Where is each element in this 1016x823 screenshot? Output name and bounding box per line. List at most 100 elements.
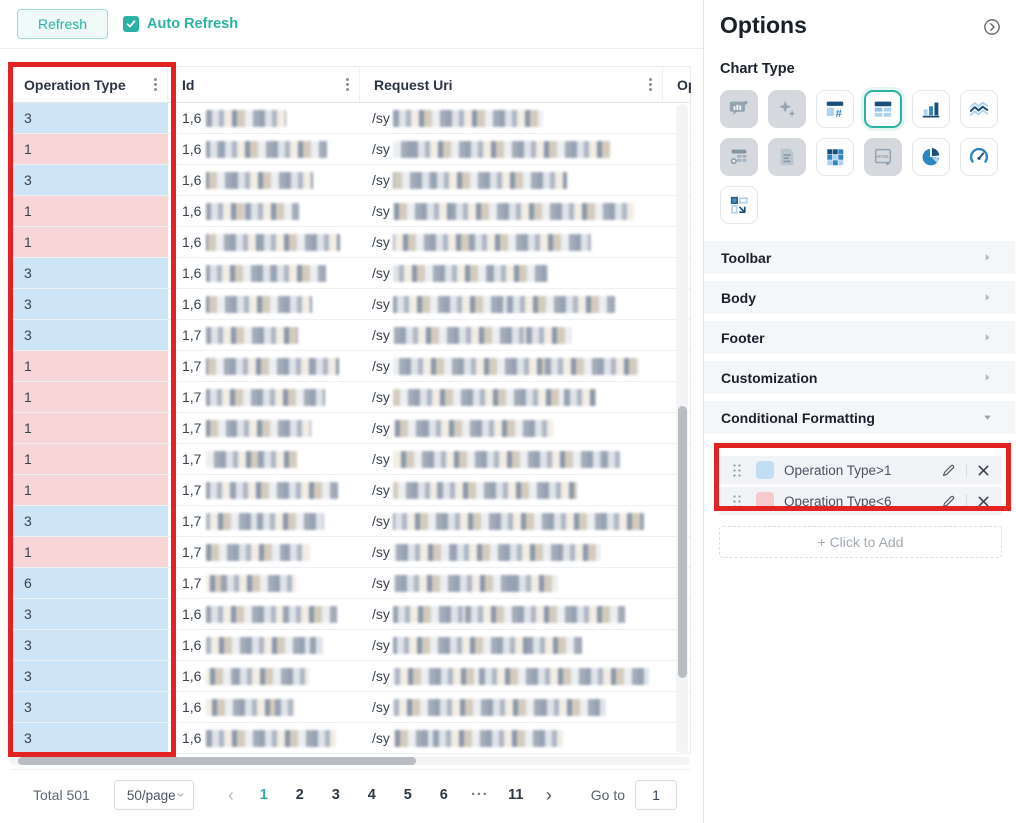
cell-request-uri: /sy	[360, 289, 663, 319]
dashboard-widget-editor: Refresh Auto Refresh Operation TypeIdReq…	[0, 0, 1016, 823]
option-sections: Toolbar Body Footer Customization Conditiona…	[704, 241, 1015, 558]
redacted-id-blur	[206, 420, 311, 437]
chart-type-heatmap-icon[interactable]	[816, 138, 854, 176]
prev-page-button[interactable]: ‹	[216, 779, 246, 811]
goto-page-group: Go to	[591, 780, 703, 810]
redacted-id-blur	[206, 358, 339, 375]
section-toolbar[interactable]: Toolbar	[704, 241, 1015, 274]
section-label: Toolbar	[721, 250, 982, 266]
section-footer[interactable]: Footer	[704, 321, 1015, 354]
rule-color-swatch[interactable]	[756, 492, 774, 510]
cell-operation-type: 3	[10, 165, 168, 195]
horizontal-scrollbar-track	[10, 757, 690, 765]
svg-text:HTML: HTML	[876, 154, 889, 160]
cell-operation-type: 3	[10, 258, 168, 288]
horizontal-scrollbar-thumb[interactable]	[18, 757, 416, 765]
column-header-operation-type: Operation Type	[10, 67, 168, 102]
pagination-bar: Total 501 50/page ‹ 123456···11 › Go to	[0, 773, 703, 817]
vertical-scrollbar-thumb[interactable]	[678, 406, 687, 678]
table-row: 31,7/sy	[10, 320, 690, 351]
column-label: Operation Type	[24, 77, 126, 93]
delete-rule-button[interactable]	[975, 493, 992, 510]
redacted-id-blur	[206, 141, 327, 158]
table-widget-pane: Refresh Auto Refresh Operation TypeIdReq…	[0, 0, 703, 823]
redacted-id-blur	[206, 265, 326, 282]
cell-id: 1,7	[168, 351, 360, 381]
total-count: Total 501	[33, 787, 90, 803]
cell-request-uri: /sy	[360, 134, 663, 164]
drag-handle-icon[interactable]	[730, 461, 744, 480]
chart-type-bar-chart-icon[interactable]	[912, 90, 950, 128]
rule-color-swatch[interactable]	[756, 461, 774, 479]
cell-operation-type: 1	[10, 227, 168, 257]
redacted-id-blur	[206, 203, 299, 220]
cell-operation-type: 3	[10, 289, 168, 319]
collapse-panel-icon[interactable]	[982, 17, 1002, 37]
page-ellipsis[interactable]: ···	[464, 779, 496, 811]
table-row: 31,6/sy	[10, 692, 690, 723]
edit-rule-button[interactable]	[939, 461, 958, 480]
redacted-uri-blur	[393, 730, 563, 747]
chart-type-pie-chart-icon[interactable]	[912, 138, 950, 176]
drag-handle-icon[interactable]	[730, 492, 744, 511]
column-menu-icon[interactable]	[346, 83, 349, 86]
delete-rule-button[interactable]	[975, 462, 992, 479]
table-bottom-divider	[10, 769, 691, 770]
section-body[interactable]: Body	[704, 281, 1015, 314]
edit-rule-button[interactable]	[939, 492, 958, 511]
cell-id: 1,6	[168, 227, 360, 257]
table-row: 11,6/sy	[10, 196, 690, 227]
section-customization[interactable]: Customization	[704, 361, 1015, 394]
page-5-button[interactable]: 5	[392, 779, 424, 811]
page-3-button[interactable]: 3	[320, 779, 352, 811]
page-size-select[interactable]: 50/page	[114, 780, 194, 810]
cell-operation-type: 3	[10, 661, 168, 691]
redacted-id-blur	[206, 730, 336, 747]
redacted-id-blur	[206, 606, 337, 623]
column-header-op: Op	[663, 67, 691, 102]
panel-title: Options	[720, 11, 1000, 39]
table-row: 31,6/sy	[10, 289, 690, 320]
table-row: 31,6/sy	[10, 630, 690, 661]
chart-type-data-table-icon[interactable]	[864, 90, 902, 128]
table-row: 11,7/sy	[10, 475, 690, 506]
column-menu-icon[interactable]	[154, 83, 157, 86]
page-1-button[interactable]: 1	[248, 779, 280, 811]
redacted-uri-blur	[393, 203, 634, 220]
cell-id: 1,7	[168, 413, 360, 443]
cell-id: 1,7	[168, 444, 360, 474]
section-conditional-formatting[interactable]: Conditional Formatting	[704, 401, 1015, 434]
redacted-uri-blur	[393, 327, 572, 344]
svg-text:#: #	[835, 108, 842, 120]
column-menu-icon[interactable]	[649, 83, 652, 86]
page-4-button[interactable]: 4	[356, 779, 388, 811]
cell-request-uri: /sy	[360, 103, 663, 133]
cell-request-uri: /sy	[360, 568, 663, 598]
chart-type-number-summary-icon[interactable]: #	[816, 90, 854, 128]
redacted-id-blur	[206, 575, 296, 592]
redacted-uri-blur	[393, 296, 615, 313]
refresh-button[interactable]: Refresh	[17, 9, 108, 39]
cell-id: 1,6	[168, 599, 360, 629]
chart-type-gauge-icon[interactable]	[960, 138, 998, 176]
table-row: 31,7/sy	[10, 506, 690, 537]
cell-id: 1,6	[168, 134, 360, 164]
chart-type-line-chart-icon[interactable]	[960, 90, 998, 128]
next-page-button[interactable]: ›	[534, 779, 564, 811]
cell-operation-type: 1	[10, 537, 168, 567]
page-2-button[interactable]: 2	[284, 779, 316, 811]
goto-page-input[interactable]	[635, 780, 677, 810]
conditional-formatting-content: Operation Type>1Operation Type<6+ Click …	[704, 441, 1015, 558]
cell-id: 1,7	[168, 382, 360, 412]
redacted-uri-blur	[393, 358, 639, 375]
page-11-button[interactable]: 11	[500, 779, 532, 811]
checkbox-checked-icon[interactable]	[123, 16, 139, 32]
redacted-uri-blur	[393, 265, 548, 282]
auto-refresh-checkbox[interactable]: Auto Refresh	[123, 16, 238, 32]
add-rule-button[interactable]: + Click to Add	[719, 526, 1002, 558]
rule-divider	[966, 463, 967, 477]
cell-operation-type: 3	[10, 103, 168, 133]
cell-id: 1,7	[168, 320, 360, 350]
chart-type-layout-swap-icon[interactable]	[720, 186, 758, 224]
page-6-button[interactable]: 6	[428, 779, 460, 811]
